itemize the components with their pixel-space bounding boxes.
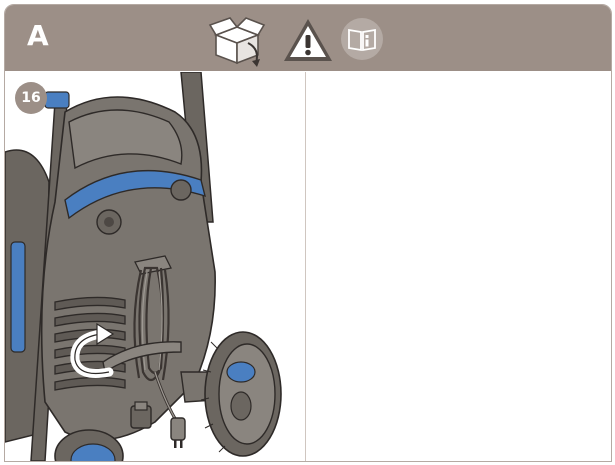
- step-number-badge: 16: [15, 82, 47, 114]
- pressure-washer-illustration: [5, 72, 282, 461]
- warning-icon: [284, 19, 332, 61]
- section-letter: A: [27, 19, 49, 52]
- unbox-icon: [208, 17, 266, 67]
- read-manual-icon: [341, 18, 383, 60]
- manual-page: A 16: [4, 4, 612, 462]
- empty-panel: [306, 72, 611, 461]
- section-header: A: [5, 5, 611, 71]
- step-panel: 16: [5, 72, 306, 461]
